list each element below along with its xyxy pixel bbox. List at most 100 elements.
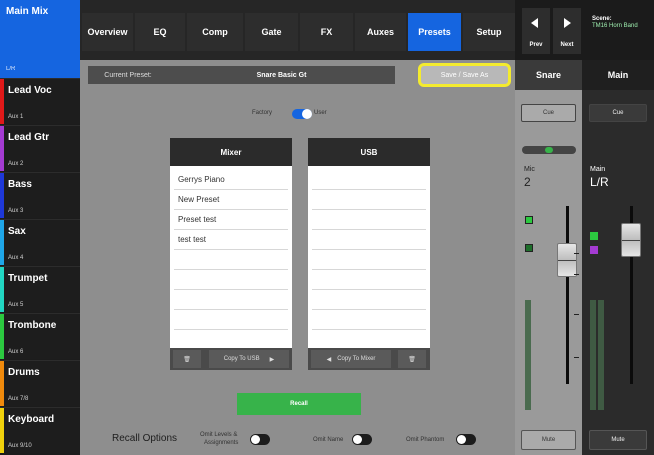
scene-display[interactable]: Scene: TM16 Horn Band <box>582 10 654 50</box>
mix-item-aux: Aux 7/8 <box>8 396 29 402</box>
mix-item-name: Trumpet <box>8 273 48 284</box>
mix-item[interactable]: Drums Aux 7/8 <box>0 360 80 406</box>
next-button[interactable]: Next <box>553 8 581 54</box>
omit-name-toggle[interactable] <box>352 434 372 445</box>
list-item[interactable] <box>312 250 426 270</box>
mixer-list-title: Mixer <box>170 138 292 166</box>
main-cue-button[interactable]: Cue <box>589 104 647 122</box>
scale-tick <box>574 314 579 315</box>
mixer-preset-list[interactable]: Mixer Gerrys Piano New Preset Preset test t… <box>170 138 292 370</box>
snare-level-meter <box>525 300 531 410</box>
mix-item[interactable]: Trombone Aux 6 <box>0 313 80 359</box>
main-mute-button[interactable]: Mute <box>589 430 647 450</box>
list-item[interactable] <box>312 230 426 250</box>
delete-mixer-preset-button[interactable]: 🗑 <box>173 350 201 368</box>
scene-label: Scene: <box>592 16 612 22</box>
prev-label: Prev <box>529 42 543 48</box>
mix-item-name: Trombone <box>8 320 57 331</box>
usb-preset-list[interactable]: USB <box>308 138 430 370</box>
factory-label: Factory <box>252 110 273 116</box>
factory-user-toggle[interactable] <box>292 109 312 119</box>
scale-tick <box>574 357 579 358</box>
tab-overview[interactable]: Overview <box>82 13 133 51</box>
copy-to-mixer-label: Copy To Mixer <box>337 356 376 362</box>
mix-item-name: Sax <box>8 226 26 237</box>
mix-item[interactable]: Sax Aux 4 <box>0 219 80 265</box>
toggle-knob <box>251 435 260 444</box>
recall-options-label: Recall Options <box>112 433 178 444</box>
delete-usb-preset-button[interactable]: 🗑 <box>398 350 426 368</box>
toggle-knob <box>457 435 466 444</box>
main-level-meter-left <box>590 300 596 410</box>
mix-item-name: Bass <box>8 179 32 190</box>
snare-fader-handle[interactable] <box>557 243 577 277</box>
save-as-button[interactable]: Save / Save As <box>418 63 511 87</box>
omit-levels-toggle[interactable] <box>250 434 270 445</box>
channel-color-stripe <box>0 267 4 312</box>
omit-phantom-toggle[interactable] <box>456 434 476 445</box>
arrow-right-icon: ▶ <box>269 356 275 363</box>
mix-item[interactable]: Lead Voc Aux 1 <box>0 78 80 124</box>
prev-button[interactable]: Prev <box>522 8 550 54</box>
list-item[interactable] <box>312 190 426 210</box>
mix-item-name: Lead Gtr <box>8 132 50 143</box>
list-item[interactable] <box>312 270 426 290</box>
list-item[interactable] <box>174 250 288 270</box>
snare-status-led-2 <box>525 244 533 252</box>
tab-gate[interactable]: Gate <box>245 13 298 51</box>
list-item[interactable] <box>174 330 288 350</box>
mix-item[interactable]: Bass Aux 3 <box>0 172 80 218</box>
main-fader-handle[interactable] <box>621 223 641 257</box>
copy-to-mixer-button[interactable]: ◀ Copy To Mixer <box>311 350 391 368</box>
channel-color-stripe <box>0 408 4 453</box>
main-mix-button[interactable]: Main Mix L/R <box>0 0 80 78</box>
snare-status-led-1 <box>525 216 533 224</box>
channel-color-stripe <box>0 126 4 171</box>
list-item[interactable]: test test <box>174 230 288 250</box>
tab-auxes[interactable]: Auxes <box>355 13 406 51</box>
main-status-led-1 <box>590 232 598 240</box>
tab-presets[interactable]: Presets <box>408 13 461 51</box>
list-item[interactable] <box>174 310 288 330</box>
mix-item[interactable]: Trumpet Aux 5 <box>0 266 80 312</box>
list-item[interactable] <box>174 270 288 290</box>
mix-item-aux: Aux 6 <box>8 349 24 355</box>
main-bus-label: Main <box>590 166 606 173</box>
list-item[interactable]: Preset test <box>174 210 288 230</box>
tab-comp[interactable]: Comp <box>187 13 243 51</box>
snare-pan-control[interactable] <box>522 146 576 154</box>
list-item[interactable] <box>312 310 426 330</box>
list-item[interactable] <box>174 290 288 310</box>
tab-setup[interactable]: Setup <box>463 13 515 51</box>
snare-cue-button[interactable]: Cue <box>521 104 576 122</box>
tab-eq[interactable]: EQ <box>135 13 185 51</box>
mix-item-aux: Aux 9/10 <box>8 443 32 449</box>
toggle-knob <box>353 435 362 444</box>
main-mix-title: Main Mix <box>6 6 49 17</box>
omit-phantom-label: Omit Phantom <box>406 437 445 443</box>
mix-sidebar: Main Mix L/R Lead Voc Aux 1 Lead Gtr Aux 2 B… <box>0 0 80 455</box>
user-label: User <box>314 110 327 116</box>
trash-icon: 🗑 <box>183 356 191 363</box>
mix-item[interactable]: Keyboard Aux 9/10 <box>0 407 80 453</box>
snare-input-label: Mic <box>524 166 535 173</box>
channel-color-stripe <box>0 361 4 406</box>
list-item[interactable] <box>312 170 426 190</box>
chevron-left-icon <box>531 18 538 28</box>
scale-tick <box>574 274 579 275</box>
copy-to-usb-button[interactable]: Copy To USB ▶ <box>209 350 289 368</box>
list-item[interactable]: New Preset <box>174 190 288 210</box>
list-item[interactable] <box>312 330 426 350</box>
snare-fader-track <box>566 206 569 384</box>
list-item[interactable] <box>312 210 426 230</box>
list-item[interactable] <box>312 290 426 310</box>
recall-button[interactable]: Recall <box>237 393 361 415</box>
tab-fx[interactable]: FX <box>300 13 353 51</box>
copy-to-usb-label: Copy To USB <box>223 356 260 362</box>
scene-name: TM16 Horn Band <box>592 23 638 29</box>
mix-item-name: Lead Voc <box>8 85 52 96</box>
mix-item[interactable]: Lead Gtr Aux 2 <box>0 125 80 171</box>
list-item[interactable]: Gerrys Piano <box>174 170 288 190</box>
channel-color-stripe <box>0 173 4 218</box>
snare-mute-button[interactable]: Mute <box>521 430 576 450</box>
